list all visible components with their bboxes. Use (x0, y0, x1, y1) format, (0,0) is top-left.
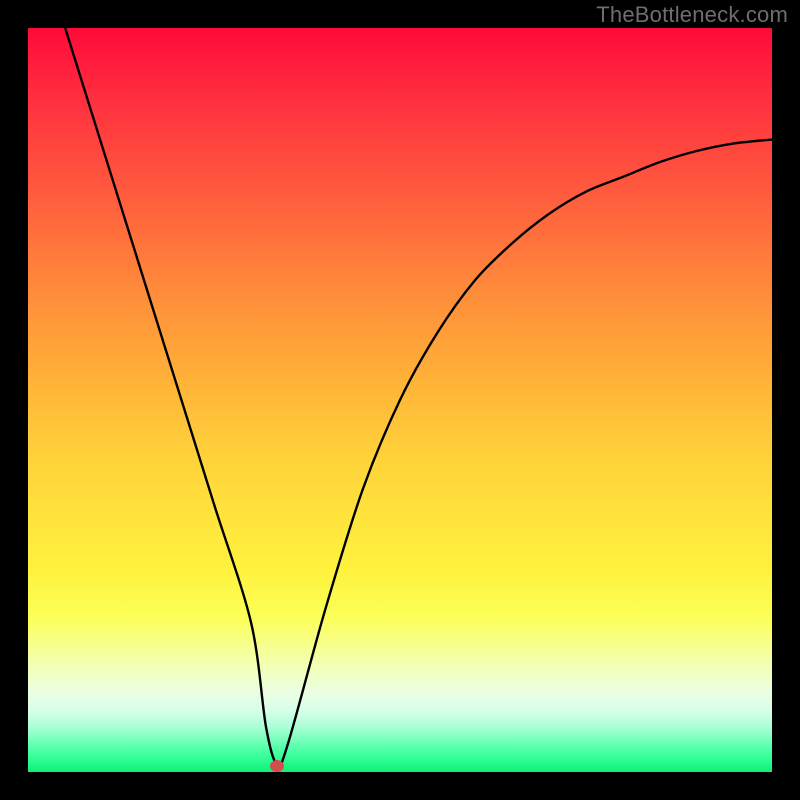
min-marker (270, 760, 284, 772)
watermark-text: TheBottleneck.com (596, 2, 788, 28)
curve-svg (28, 28, 772, 772)
chart-frame: TheBottleneck.com (0, 0, 800, 800)
bottleneck-curve-path (65, 28, 772, 766)
plot-area (28, 28, 772, 772)
